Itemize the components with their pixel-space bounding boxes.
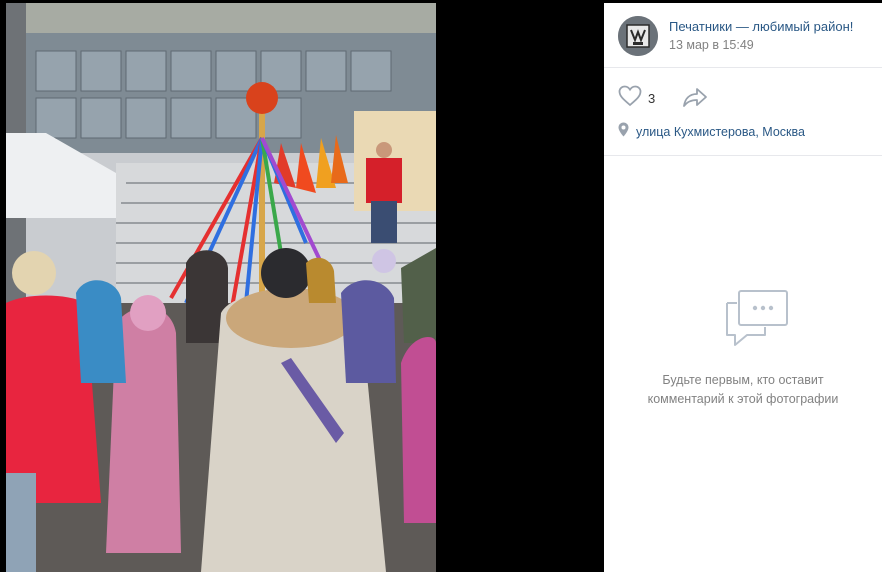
photo-sidebar: Печатники — любимый район! 13 мар в 15:4… [604, 3, 882, 572]
photo-viewer: · [0, 0, 604, 572]
post-photo[interactable]: · [6, 3, 436, 572]
like-button[interactable]: 3 [618, 85, 656, 112]
heart-icon [618, 85, 642, 112]
photo-actions: 3 улица Кухмистерова, Москва [604, 68, 882, 156]
location-link[interactable]: улица Кухмистерова, Москва [636, 125, 805, 139]
community-name-link[interactable]: Печатники — любимый район! [669, 19, 853, 34]
post-author-header: Печатники — любимый район! 13 мар в 15:4… [604, 3, 882, 68]
empty-comments-text: Будьте первым, кто оставит комментарий к… [604, 371, 882, 409]
comment-bubble-icon [725, 289, 789, 354]
community-logo-icon[interactable] [618, 16, 658, 56]
empty-comments-line-1: Будьте первым, кто оставит [662, 373, 824, 387]
share-button[interactable] [682, 86, 710, 110]
post-date[interactable]: 13 мар в 15:49 [669, 38, 754, 52]
like-count: 3 [648, 90, 656, 106]
empty-comments-line-2: комментарий к этой фотографии [647, 392, 839, 406]
share-arrow-icon [682, 88, 708, 112]
map-pin-icon [618, 122, 629, 142]
location: улица Кухмистерова, Москва [618, 122, 805, 142]
photo-scene: · [6, 3, 436, 572]
